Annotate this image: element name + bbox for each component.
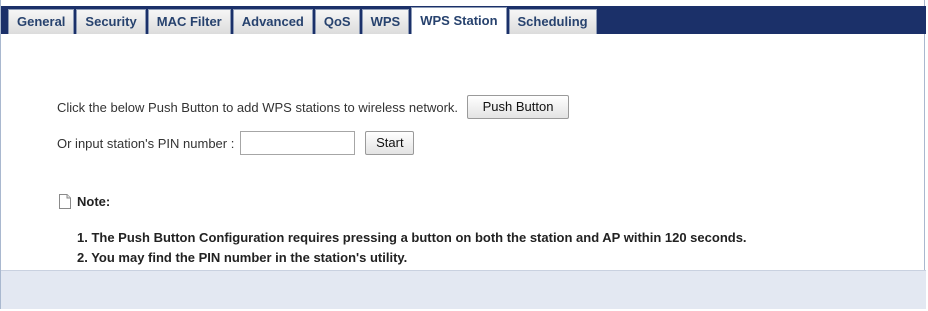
note-page-icon — [59, 194, 71, 209]
wps-station-panel: General Security MAC Filter Advanced QoS… — [0, 0, 926, 309]
footer-bar — [1, 270, 926, 309]
push-button[interactable]: Push Button — [467, 95, 570, 119]
start-button[interactable]: Start — [365, 131, 415, 155]
pin-row: Or input station's PIN number : Start — [57, 131, 415, 155]
tab-list: General Security MAC Filter Advanced QoS… — [8, 7, 599, 34]
push-button-row: Click the below Push Button to add WPS s… — [57, 95, 570, 119]
tab-security[interactable]: Security — [76, 9, 146, 34]
push-button-description: Click the below Push Button to add WPS s… — [57, 99, 459, 115]
tab-wps-station[interactable]: WPS Station — [411, 7, 507, 34]
note-heading-text: Note: — [77, 194, 111, 209]
tab-content: Click the below Push Button to add WPS s… — [1, 34, 926, 270]
tab-advanced[interactable]: Advanced — [232, 9, 313, 34]
tab-scheduling[interactable]: Scheduling — [508, 9, 597, 34]
tab-general[interactable]: General — [8, 9, 75, 34]
tab-qos[interactable]: QoS — [314, 9, 360, 34]
pin-input[interactable] — [240, 131, 356, 155]
pin-label: Or input station's PIN number : — [57, 135, 235, 151]
tab-mac-filter[interactable]: MAC Filter — [147, 9, 231, 34]
note-heading: Note: — [59, 194, 110, 209]
note-item-2: 2. You may find the PIN number in the st… — [77, 250, 408, 265]
tab-wps[interactable]: WPS — [361, 9, 410, 34]
note-item-1: 1. The Push Button Configuration require… — [77, 230, 747, 245]
